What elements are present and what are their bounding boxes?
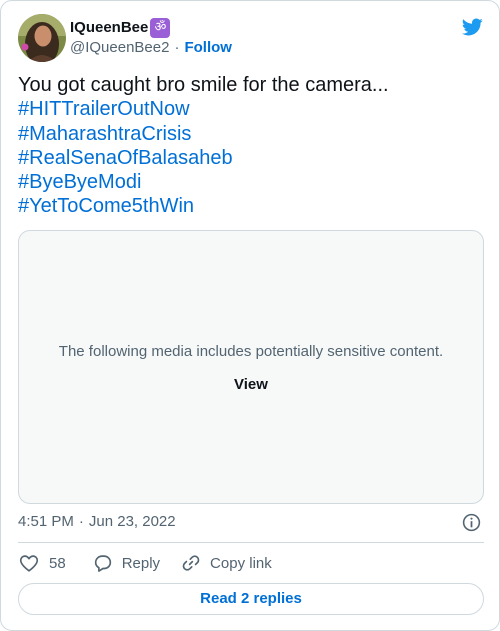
copy-link-label: Copy link (210, 554, 272, 572)
author-display-name[interactable]: IQueenBee (70, 19, 148, 37)
hashtag-link[interactable]: #MaharashtraCrisis (18, 122, 484, 146)
timestamp-separator: · (78, 513, 84, 530)
view-media-button[interactable]: View (227, 374, 275, 396)
tweet-embed-card: IQueenBee ॐ @IQueenBee2 · Follow You got… (0, 0, 500, 631)
hashtag-link[interactable]: #HITTrailerOutNow (18, 97, 484, 121)
reply-label: Reply (121, 554, 161, 572)
info-icon[interactable] (461, 512, 482, 533)
tweet-body-text: You got caught bro smile for the camera.… (18, 74, 389, 96)
handle-separator: · (174, 39, 180, 56)
heart-icon (19, 555, 39, 572)
avatar[interactable] (18, 14, 66, 62)
tweet-time: 4:51 PM (18, 513, 74, 530)
like-count: 58 (49, 554, 66, 572)
tweet-timestamp[interactable]: 4:51 PM · Jun 23, 2022 (18, 513, 176, 531)
tweet-date: Jun 23, 2022 (88, 513, 176, 530)
tweet-text: You got caught bro smile for the camera.… (18, 73, 484, 219)
om-symbol-icon: ॐ (150, 18, 171, 38)
reply-bubble-icon (94, 555, 111, 572)
hashtag-link[interactable]: #RealSenaOfBalasaheb (18, 146, 484, 170)
follow-button[interactable]: Follow (184, 39, 232, 57)
divider (18, 542, 484, 543)
like-button[interactable]: 58 (18, 552, 92, 574)
reply-button[interactable]: Reply (92, 552, 180, 574)
hashtag-link[interactable]: #ByeByeModi (18, 170, 484, 194)
twitter-bird-icon[interactable] (459, 16, 485, 38)
copy-link-button[interactable]: Copy link (180, 552, 272, 574)
author-handle-row: @IQueenBee2 · Follow (70, 39, 232, 57)
link-icon (182, 555, 200, 571)
sensitive-media-placeholder: The following media includes potentially… (18, 230, 484, 504)
author-name-row: IQueenBee ॐ (70, 18, 171, 38)
hashtag-link[interactable]: #YetToCome5thWin (18, 194, 484, 218)
read-replies-button[interactable]: Read 2 replies (18, 583, 484, 615)
author-handle[interactable]: @IQueenBee2 (70, 39, 169, 57)
tweet-actions: 58 Reply Copy link (18, 550, 272, 576)
sensitive-content-warning: The following media includes potentially… (58, 343, 444, 360)
